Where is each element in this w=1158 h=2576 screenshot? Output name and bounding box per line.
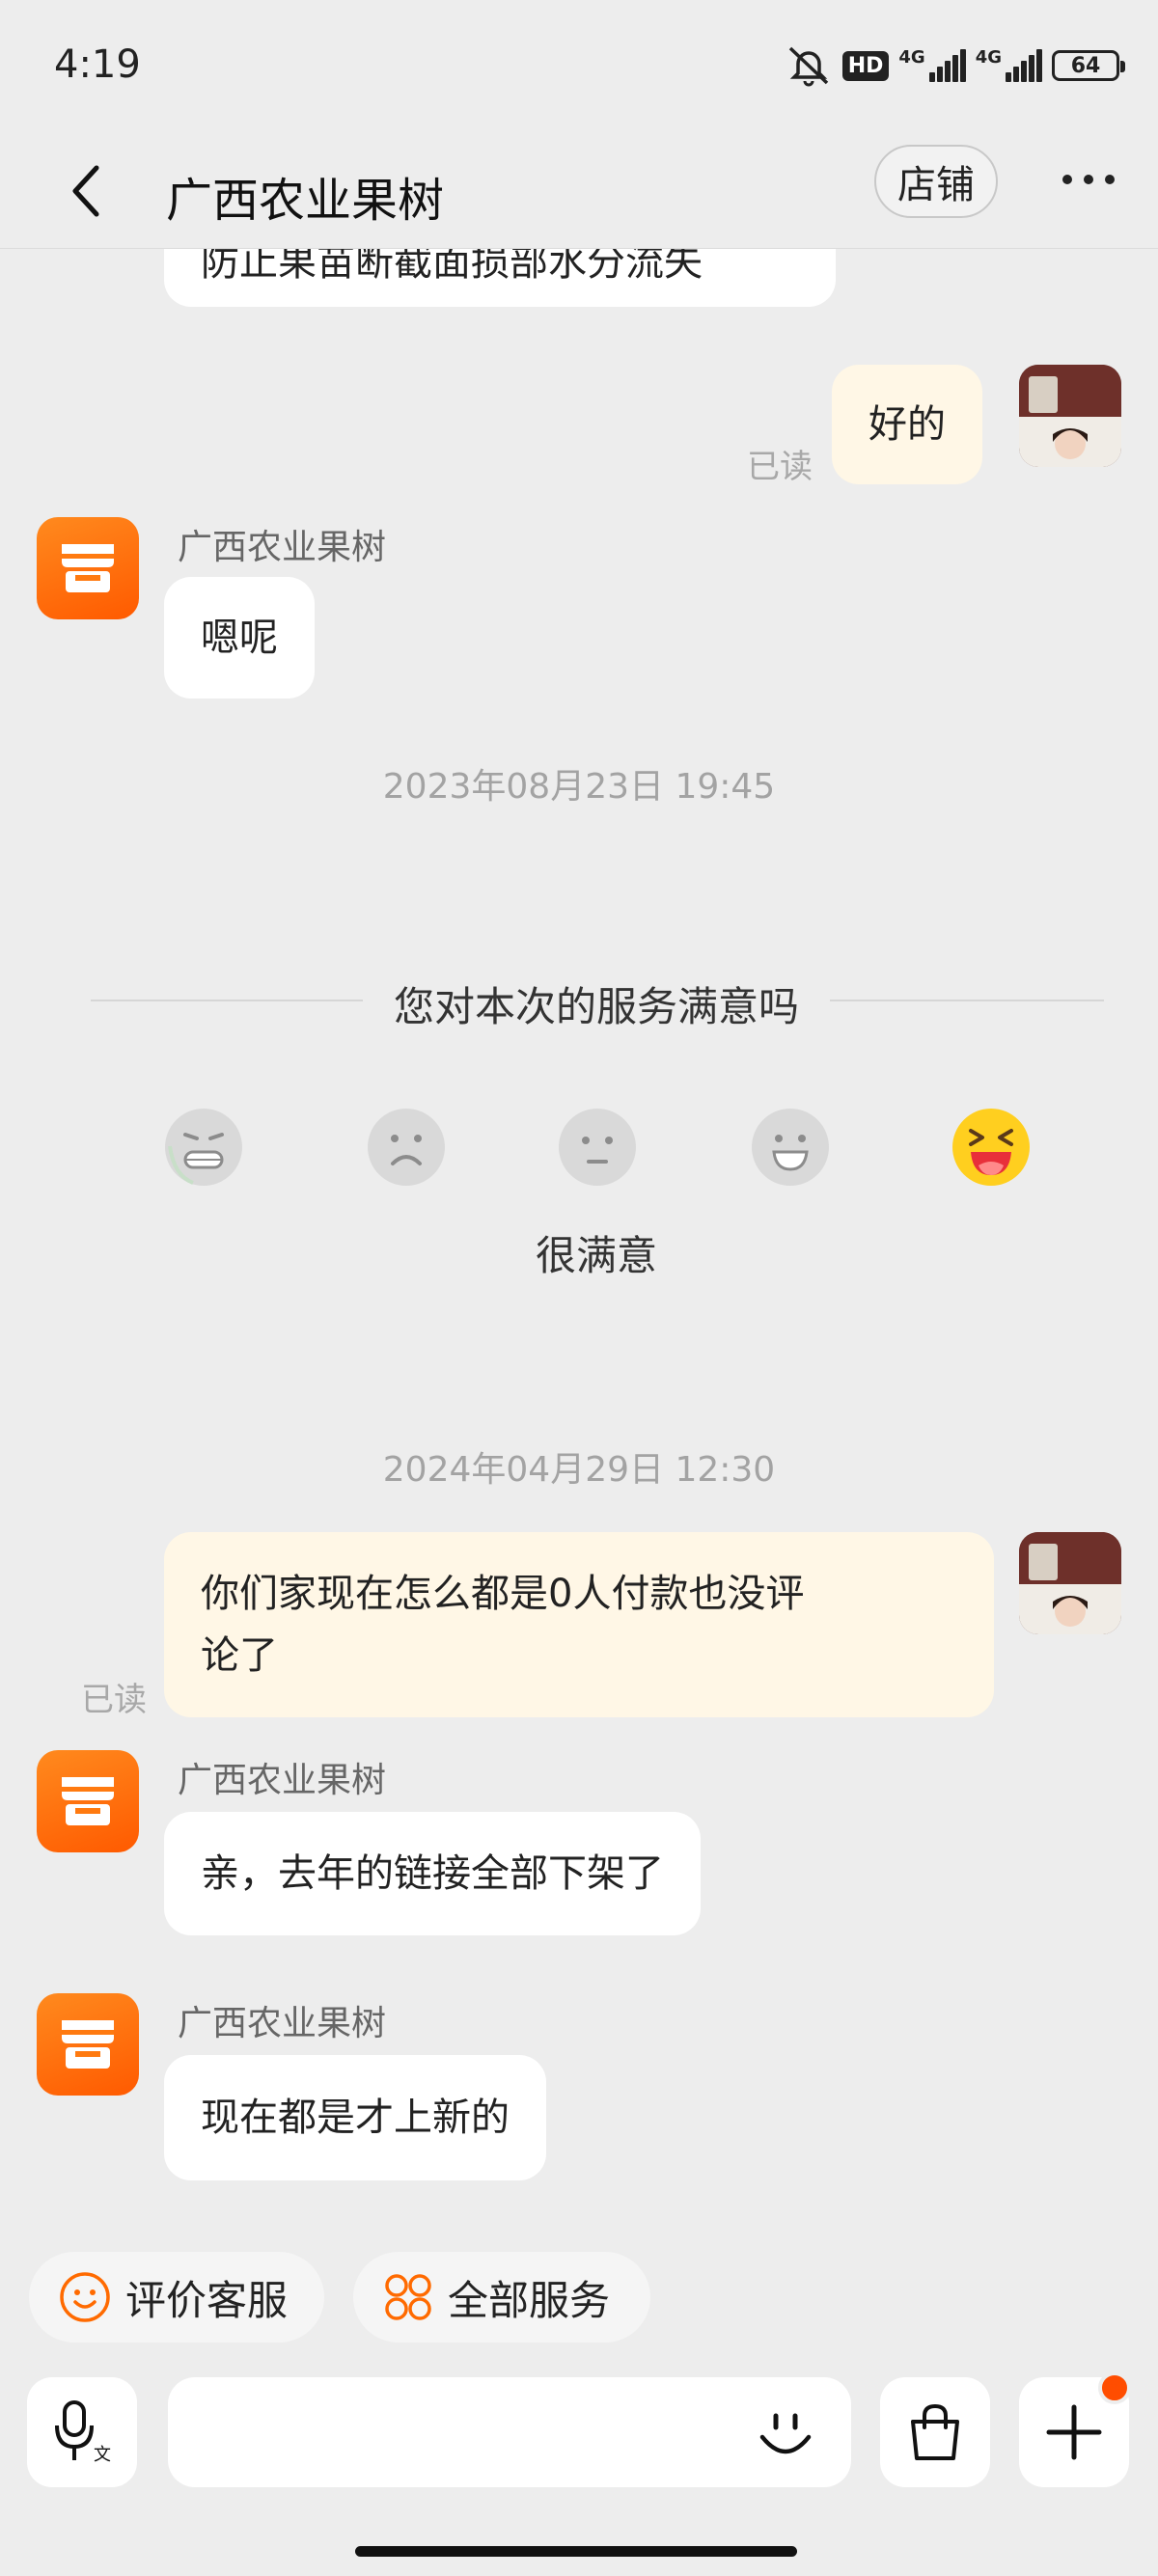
rating-label: 很满意 xyxy=(535,1232,657,1279)
shop-message-bubble[interactable]: 嗯呢 xyxy=(164,577,315,699)
survey-title: 您对本次的服务满意吗 xyxy=(393,983,799,1030)
emoji-icon[interactable] xyxy=(755,2402,816,2464)
sender-name: 广西农业果树 xyxy=(178,2004,387,2043)
store-icon xyxy=(62,2020,114,2069)
shop-button[interactable]: 店铺 xyxy=(874,145,998,218)
shop-message-bubble[interactable]: 现在都是才上新的 xyxy=(164,2055,546,2180)
shop-avatar[interactable] xyxy=(37,1750,139,1852)
user-avatar[interactable] xyxy=(1019,1532,1121,1634)
microphone-translate-icon: 文 xyxy=(55,2400,111,2465)
sender-name: 广西农业果树 xyxy=(178,1761,387,1800)
store-icon xyxy=(62,544,114,592)
notification-dot xyxy=(1098,2371,1131,2404)
hd-badge: HD xyxy=(841,50,890,81)
store-icon xyxy=(62,1777,114,1825)
product-button[interactable] xyxy=(880,2377,990,2487)
shop-avatar[interactable] xyxy=(37,517,139,619)
chat-header: 广西农业果树 店铺 xyxy=(0,135,1158,249)
chat-title: 广西农业果树 xyxy=(166,174,445,228)
dissatisfied-face-icon[interactable] xyxy=(367,1108,446,1187)
home-indicator[interactable] xyxy=(355,2546,797,2557)
plus-icon xyxy=(1046,2404,1102,2460)
neutral-face-icon[interactable] xyxy=(558,1108,637,1187)
message-input[interactable] xyxy=(168,2377,851,2487)
status-bar: 4:19 HD 4G 4G 64 xyxy=(0,0,1158,135)
shop-avatar[interactable] xyxy=(37,1993,139,2096)
user-message-bubble[interactable]: 你们家现在怎么都是0人付款也没评 论了 xyxy=(164,1532,994,1717)
shopping-bag-icon xyxy=(911,2403,959,2460)
voice-input-button[interactable]: 文 xyxy=(27,2377,137,2487)
signal-2-icon: 4G xyxy=(976,49,1042,82)
user-avatar[interactable] xyxy=(1019,365,1121,467)
status-icons: HD 4G 4G 64 xyxy=(785,44,1125,87)
back-arrow-icon[interactable] xyxy=(64,156,112,224)
very-satisfied-face-icon[interactable] xyxy=(951,1108,1031,1187)
bell-muted-icon xyxy=(788,46,828,87)
smile-icon xyxy=(60,2272,110,2322)
more-icon[interactable] xyxy=(1060,170,1117,189)
grid-icon xyxy=(385,2274,431,2320)
user-photo xyxy=(1019,1532,1121,1634)
all-services-chip[interactable]: 全部服务 xyxy=(353,2252,650,2343)
read-receipt: 已读 xyxy=(81,1681,147,1719)
user-message-bubble[interactable]: 好的 xyxy=(832,365,982,484)
read-receipt: 已读 xyxy=(747,448,813,486)
rate-service-chip[interactable]: 评价客服 xyxy=(29,2252,324,2343)
timestamp: 2024年04月29日 12:30 xyxy=(382,1450,776,1490)
sender-name: 广西农业果树 xyxy=(178,528,387,567)
battery-icon: 64 xyxy=(1052,50,1125,81)
signal-1-icon: 4G xyxy=(898,49,966,82)
very-dissatisfied-face-icon[interactable] xyxy=(164,1108,243,1187)
svg-text:文: 文 xyxy=(94,2445,111,2465)
divider-right xyxy=(830,1000,1104,1001)
satisfied-face-icon[interactable] xyxy=(751,1108,830,1187)
timestamp: 2023年08月23日 19:45 xyxy=(382,767,776,807)
user-photo xyxy=(1019,365,1121,467)
shop-message-bubble[interactable]: 亲，去年的链接全部下架了 xyxy=(164,1812,701,1935)
status-time: 4:19 xyxy=(54,42,141,87)
